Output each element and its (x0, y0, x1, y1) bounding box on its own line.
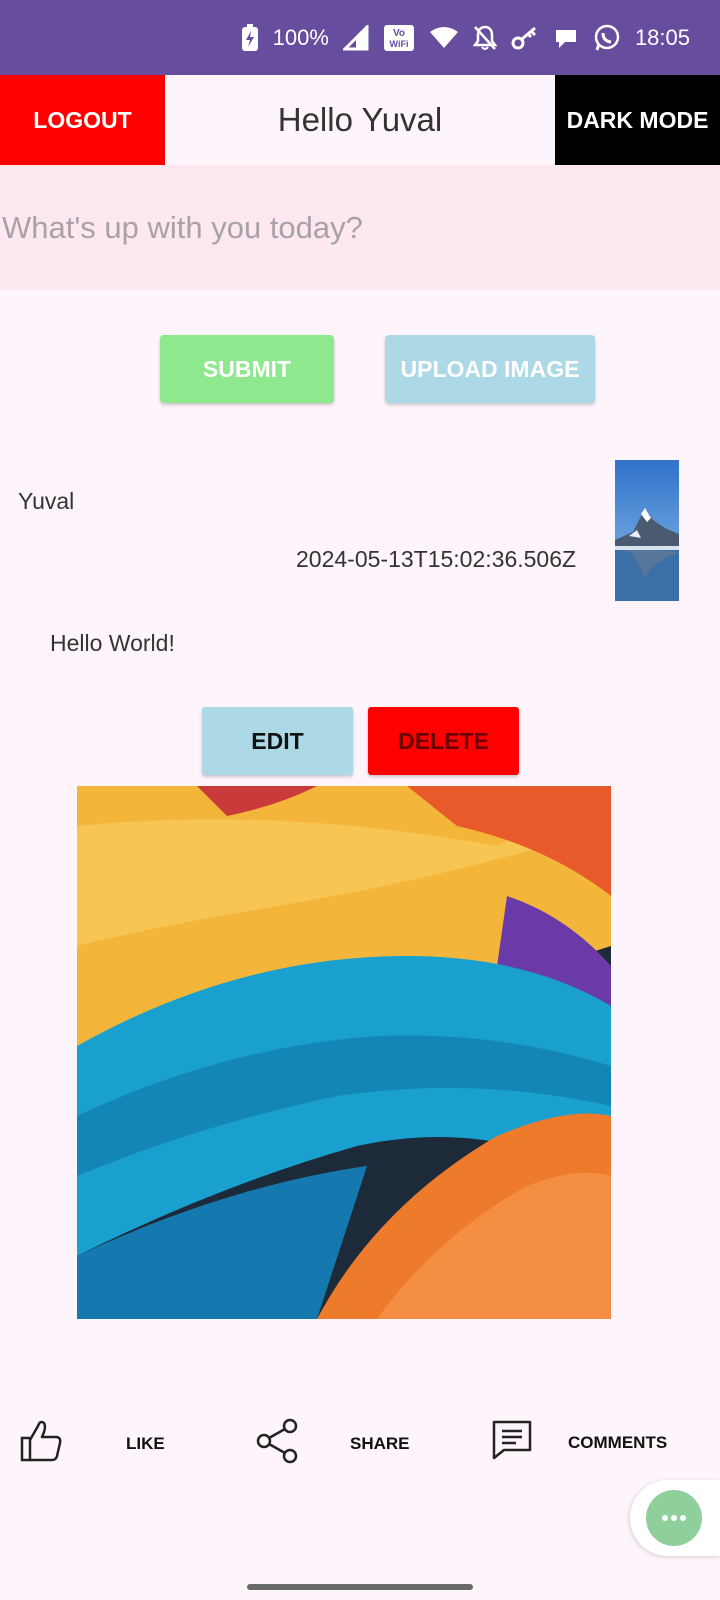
svg-text:WiFi: WiFi (389, 39, 408, 49)
post-actions: LIKE SHARE COMMENTS (0, 1410, 720, 1480)
svg-text:Vo: Vo (393, 28, 405, 39)
like-action[interactable]: LIKE (18, 1418, 165, 1469)
compose-area (0, 165, 720, 290)
thumbs-up-icon (18, 1418, 64, 1469)
battery-percent: 100% (272, 24, 329, 50)
bell-off-icon (472, 25, 497, 51)
post-timestamp: 2024-05-13T15:02:36.506Z (296, 546, 577, 572)
logout-button[interactable]: LOGOUT (0, 75, 165, 165)
home-indicator[interactable] (247, 1584, 473, 1590)
status-input[interactable] (0, 165, 720, 290)
comment-icon (490, 1418, 534, 1467)
upload-image-button[interactable]: UPLOAD IMAGE (385, 335, 595, 403)
top-bar: LOGOUT Hello Yuval DARK MODE (0, 75, 720, 165)
battery-charging-icon (241, 23, 259, 52)
vowifi-icon: Vo WiFi (383, 24, 415, 52)
share-label: SHARE (350, 1433, 410, 1453)
delete-button[interactable]: DELETE (368, 707, 519, 775)
key-icon (511, 26, 539, 50)
comments-label: COMMENTS (568, 1432, 668, 1452)
comments-action[interactable]: COMMENTS (490, 1418, 667, 1467)
clock: 18:05 (634, 24, 690, 50)
post-text: Hello World! (50, 630, 175, 656)
chat-dots-icon[interactable] (646, 1490, 702, 1546)
submit-button[interactable]: SUBMIT (160, 335, 334, 403)
post-image (77, 786, 611, 1319)
share-action[interactable]: SHARE (256, 1418, 410, 1469)
edit-button[interactable]: EDIT (202, 707, 353, 775)
status-bar: 100% Vo WiFi 18:05 (0, 0, 720, 75)
like-label: LIKE (126, 1433, 165, 1453)
whatsapp-icon (593, 24, 621, 52)
post-author: Yuval (18, 488, 75, 514)
page-title: Hello Yuval (277, 101, 443, 138)
chat-bubble-icon (553, 26, 579, 50)
signal-icon (342, 24, 369, 51)
dark-mode-button[interactable]: DARK MODE (555, 75, 720, 165)
share-icon (256, 1418, 300, 1469)
wifi-icon (429, 26, 459, 50)
avatar (615, 460, 679, 601)
chat-fab-container (630, 1480, 720, 1556)
